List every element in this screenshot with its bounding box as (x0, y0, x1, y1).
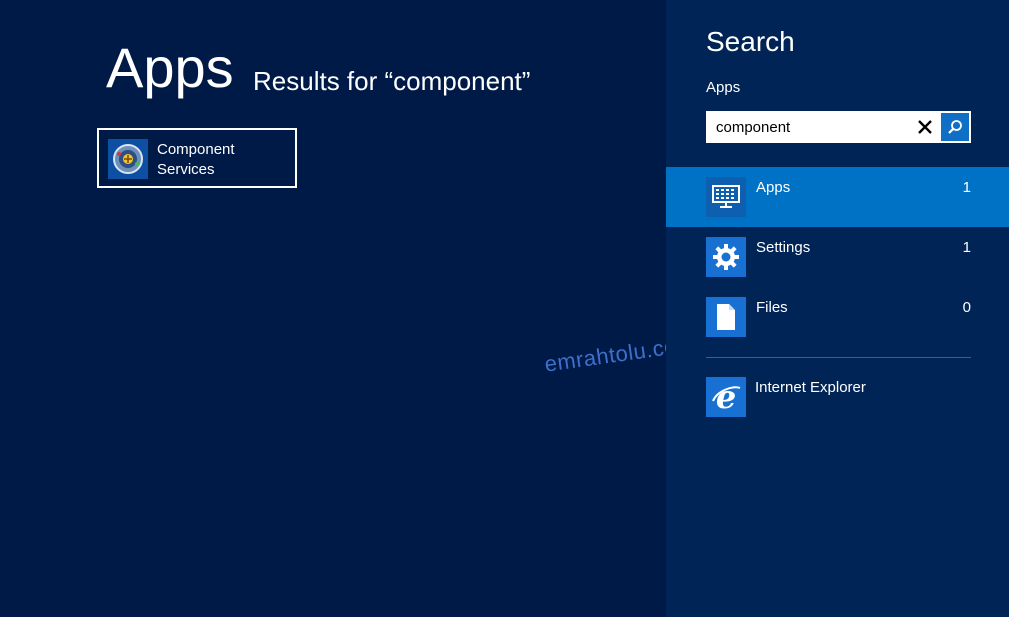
search-pane: Search Apps component Apps 1 Settings 1 … (666, 0, 1009, 617)
gear-icon (706, 237, 746, 277)
app-internet-explorer[interactable]: e Internet Explorer (666, 367, 1009, 427)
search-icon (948, 120, 962, 134)
component-services-icon (108, 139, 148, 179)
pane-divider (706, 357, 971, 358)
search-button[interactable] (941, 113, 969, 141)
category-label: Files (756, 299, 788, 316)
search-scope-label: Apps (706, 79, 741, 96)
category-count: 0 (962, 299, 971, 316)
app-label: Internet Explorer (755, 379, 866, 396)
category-label: Apps (756, 179, 791, 196)
category-files[interactable]: Files 0 (666, 287, 1009, 347)
file-icon (706, 297, 746, 337)
results-for-text: Results for “component” (253, 66, 531, 96)
category-count: 1 (962, 179, 971, 196)
result-tile-component-services[interactable]: Component Services (97, 128, 297, 188)
apps-results-area: Apps Results for “component” Component S… (0, 0, 697, 617)
apps-icon (706, 177, 746, 217)
search-box (706, 111, 971, 143)
search-input[interactable] (706, 111, 911, 143)
close-icon (918, 120, 932, 134)
svg-text:e: e (716, 380, 736, 414)
category-settings[interactable]: Settings 1 (666, 227, 1009, 287)
category-count: 1 (962, 239, 971, 256)
internet-explorer-icon: e (706, 377, 746, 417)
page-title: Apps (106, 36, 234, 99)
search-pane-title: Search (706, 26, 795, 57)
category-apps[interactable]: Apps 1 (666, 167, 1009, 227)
clear-search-button[interactable] (913, 115, 937, 139)
result-label: Component Services (157, 141, 235, 178)
category-label: Settings (756, 239, 811, 256)
